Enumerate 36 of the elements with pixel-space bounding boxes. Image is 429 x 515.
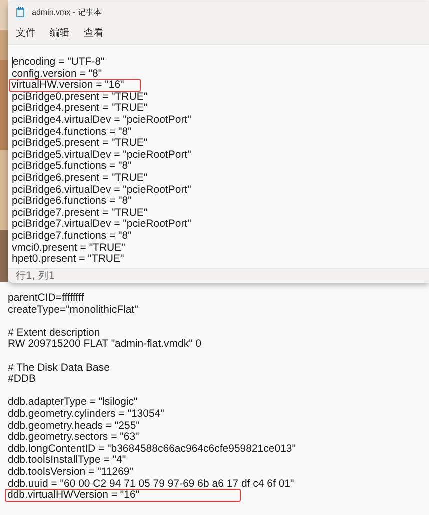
code-line: vmci0.present = "TRUE" xyxy=(12,242,126,254)
code-line: pciBridge4.virtualDev = "pcieRootPort" xyxy=(12,114,192,127)
code-line: hpet0.present = "TRUE" xyxy=(12,254,124,266)
code-line: ddb.geometry.cylinders = "13054" xyxy=(8,408,164,421)
code-line: encoding = "UTF-8" xyxy=(13,57,105,69)
code-line: ddb.longContentID = "b3684588c66ac964c6cfe959821ce013" xyxy=(8,444,296,455)
code-line: ddb.uuid = "60 00 C2 94 71 05 79 97-69 6b a6 17 df c4 6f 01" xyxy=(8,478,294,490)
window-title: admin.vmx - 记事本 xyxy=(32,6,102,18)
code-line: pciBridge7.present = "TRUE" xyxy=(12,208,148,219)
code-line: ddb.toolsVersion = "11269" xyxy=(8,466,134,478)
code-line: config.version = "8" xyxy=(12,68,102,80)
code-line: pciBridge4.functions = "8" xyxy=(12,126,132,138)
code-line: createType="monolithicFlat" xyxy=(8,304,138,316)
status-text: 行1, 列1 xyxy=(16,270,56,283)
code-line: ddb.adapterType = "lsilogic" xyxy=(8,397,138,409)
menu-item[interactable]: 查看 xyxy=(82,26,106,40)
code-line: ddb.toolsInstallType = "4" xyxy=(8,455,126,467)
code-line: pciBridge6.present = "TRUE" xyxy=(12,172,148,185)
code-line: ddb.geometry.heads = "255" xyxy=(8,420,140,432)
code-line: ddb.geometry.sectors = "63" xyxy=(8,432,140,444)
code-line: pciBridge7.functions = "8" xyxy=(12,230,132,242)
menu-item[interactable]: 文件 xyxy=(14,26,38,40)
code-line: parentCID=ffffffff xyxy=(8,293,84,305)
code-line: pciBridge5.virtualDev = "pcieRootPort" xyxy=(12,150,192,161)
code-line: # The Disk Data Base xyxy=(8,362,110,374)
code-line: # Extent description xyxy=(8,328,100,340)
code-line: #DDB xyxy=(8,374,36,386)
code-line: RW 209715200 FLAT "admin-flat.vmdk" 0 xyxy=(8,339,202,351)
code-line: pciBridge7.virtualDev = "pcieRootPort" xyxy=(12,219,192,231)
code-line: pciBridge5.present = "TRUE" xyxy=(12,138,148,150)
menu-item[interactable]: 编辑 xyxy=(48,26,72,40)
code-line: pciBridge6.functions = "8" xyxy=(12,196,132,208)
code-line: pciBridge0.present = "TRUE" xyxy=(12,92,148,104)
code-line: pciBridge4.present = "TRUE" xyxy=(12,103,148,115)
code-line: pciBridge5.functions = "8" xyxy=(12,161,132,173)
code-line: pciBridge6.virtualDev = "pcieRootPort" xyxy=(12,184,192,196)
